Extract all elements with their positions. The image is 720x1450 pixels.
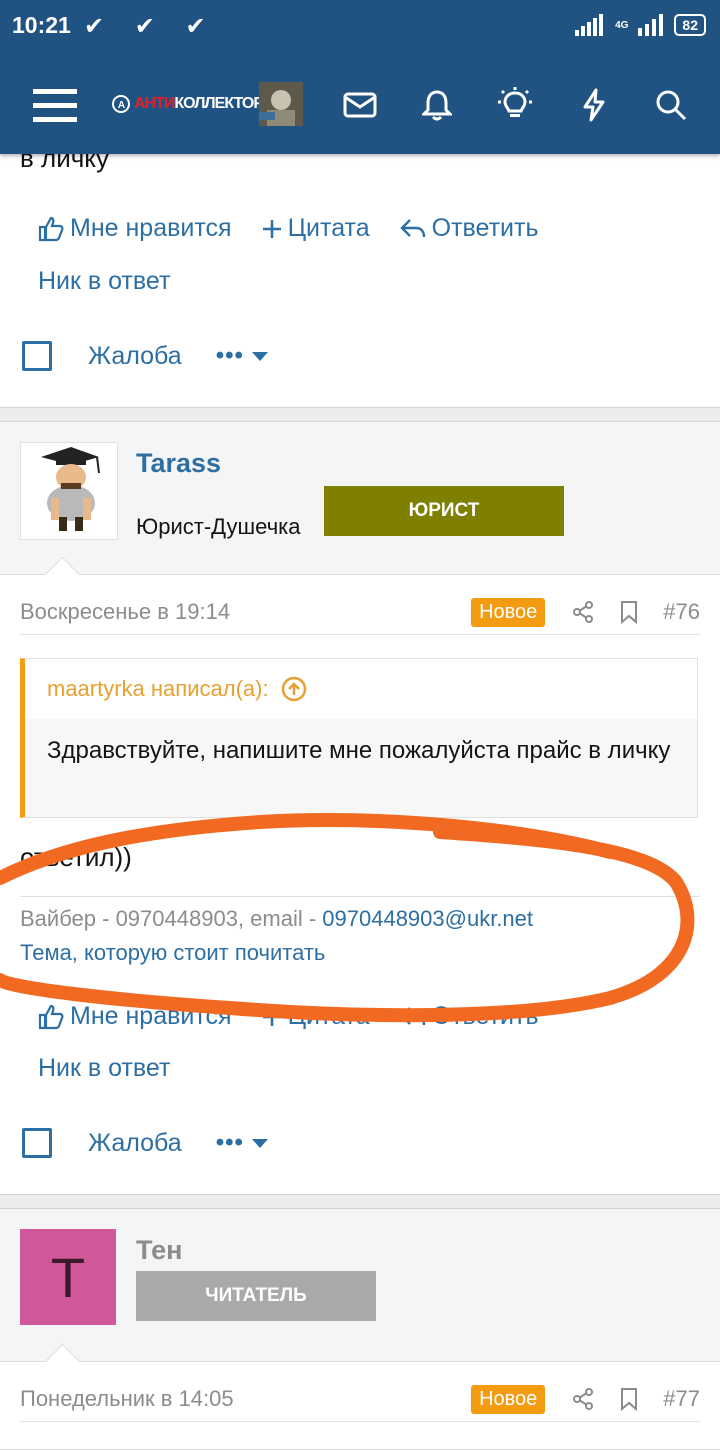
role-badge: ЧИТАТЕЛЬ [136, 1271, 376, 1321]
signature-prefix: Вайбер - 0970448903, email - [20, 906, 323, 931]
author-name[interactable]: Тен [136, 1235, 182, 1266]
signature-email-link[interactable]: 0970448903@ukr.net [322, 906, 533, 931]
quote-block: maartyrka написал(а): Здравствуйте, напи… [20, 658, 698, 818]
author-title: Юрист-Душечка [136, 514, 301, 539]
quote-label: Цитата [287, 1002, 370, 1030]
chevron-down-icon [251, 352, 268, 362]
menu-icon[interactable] [30, 80, 80, 130]
nick-reply-link[interactable]: Ник в ответ [38, 267, 170, 296]
reply-button[interactable]: Ответить [399, 214, 539, 243]
select-checkbox[interactable] [22, 341, 52, 371]
battery-icon: 82 [674, 14, 706, 36]
post-number[interactable]: #77 [663, 1386, 700, 1412]
post-previous: в личку Мне нравится Цитата Ответить Ник… [0, 120, 720, 408]
lightbulb-icon[interactable] [490, 80, 540, 130]
share-icon[interactable] [571, 1387, 595, 1411]
author-name[interactable]: Tarass [136, 448, 221, 479]
bookmark-icon[interactable] [619, 600, 639, 624]
status-bar: 10:21 ✔ ✔ ✔ 4G 82 [0, 0, 720, 56]
signal-icon [575, 14, 604, 36]
signature-divider [20, 896, 700, 897]
logo-suffix: КОЛЛЕКТОР [174, 95, 264, 112]
post-date[interactable]: Понедельник в 14:05 [20, 1386, 471, 1412]
user-header: Т Тен ЧИТАТЕЛЬ [0, 1209, 720, 1362]
inbox-icon[interactable] [335, 80, 385, 130]
user-header: Tarass Юрист-Душечка ЮРИСТ [0, 422, 720, 575]
network-type: 4G [615, 19, 629, 31]
arrow-up-circle-icon[interactable] [281, 676, 307, 702]
thumbs-up-icon [38, 216, 64, 241]
bookmark-icon[interactable] [619, 1387, 639, 1411]
logo-shield-icon: A [112, 95, 130, 113]
thumbs-up-icon [38, 1004, 64, 1029]
signal-icon-2 [638, 14, 664, 36]
signature-topic-link[interactable]: Тема, которую стоит почитать [20, 940, 325, 966]
like-button[interactable]: Мне нравится [38, 1002, 232, 1031]
quote-author[interactable]: maartyrka написал(а): [47, 676, 269, 702]
quote-text: Здравствуйте, напишите мне пожалуйста пр… [47, 737, 671, 764]
reply-button[interactable]: Ответить [399, 1002, 539, 1031]
notification-checks: ✔ ✔ ✔ [84, 13, 218, 40]
plus-icon [262, 219, 281, 238]
share-icon[interactable] [571, 600, 595, 624]
like-label: Мне нравится [70, 214, 232, 242]
post-number[interactable]: #76 [663, 599, 700, 625]
post-76: Tarass Юрист-Душечка ЮРИСТ Воскресенье в… [0, 421, 720, 1195]
post-77: Т Тен ЧИТАТЕЛЬ Понедельник в 14:05 Новое… [0, 1208, 720, 1450]
post-meta: Воскресенье в 19:14 Новое #76 [20, 590, 700, 635]
chevron-down-icon [251, 1139, 268, 1149]
lightning-icon[interactable] [569, 80, 619, 130]
author-avatar[interactable] [20, 442, 118, 540]
reply-icon [399, 218, 425, 237]
report-link[interactable]: Жалоба [88, 1129, 182, 1158]
more-dots: ••• [215, 1129, 244, 1156]
quote-label: Цитата [287, 214, 370, 242]
role-badge: ЮРИСТ [324, 486, 564, 536]
post-message: ответил)) [20, 842, 132, 872]
post-meta: Понедельник в 14:05 Новое #77 [20, 1377, 700, 1422]
plus-icon [262, 1007, 281, 1026]
reply-label: Ответить [431, 1002, 539, 1030]
svg-text:A: A [118, 100, 125, 111]
signature-contacts: Вайбер - 0970448903, email - 0970448903@… [20, 906, 533, 932]
quote-button[interactable]: Цитата [262, 214, 370, 243]
reply-label: Ответить [431, 214, 539, 242]
new-badge: Новое [471, 597, 546, 627]
logo-prefix: АНТИ [134, 95, 175, 112]
select-checkbox[interactable] [22, 1128, 52, 1158]
more-options-button[interactable]: ••• [216, 342, 268, 370]
status-time: 10:21 [12, 12, 71, 38]
report-link[interactable]: Жалоба [88, 342, 182, 371]
site-logo[interactable]: A АНТИ КОЛЛЕКТОР [112, 92, 264, 116]
more-dots: ••• [215, 342, 244, 369]
reply-icon [399, 1006, 425, 1025]
like-label: Мне нравится [70, 1002, 232, 1030]
post-date[interactable]: Воскресенье в 19:14 [20, 599, 471, 625]
new-badge: Новое [471, 1384, 546, 1414]
more-options-button[interactable]: ••• [216, 1129, 268, 1157]
bell-icon[interactable] [412, 80, 462, 130]
app-bar: A АНТИ КОЛЛЕКТОР [0, 56, 720, 154]
search-icon[interactable] [646, 80, 696, 130]
nick-reply-link[interactable]: Ник в ответ [38, 1054, 170, 1083]
user-avatar[interactable] [259, 82, 303, 126]
quote-button[interactable]: Цитата [262, 1002, 370, 1031]
like-button[interactable]: Мне нравится [38, 214, 232, 243]
author-avatar[interactable]: Т [20, 1229, 116, 1325]
